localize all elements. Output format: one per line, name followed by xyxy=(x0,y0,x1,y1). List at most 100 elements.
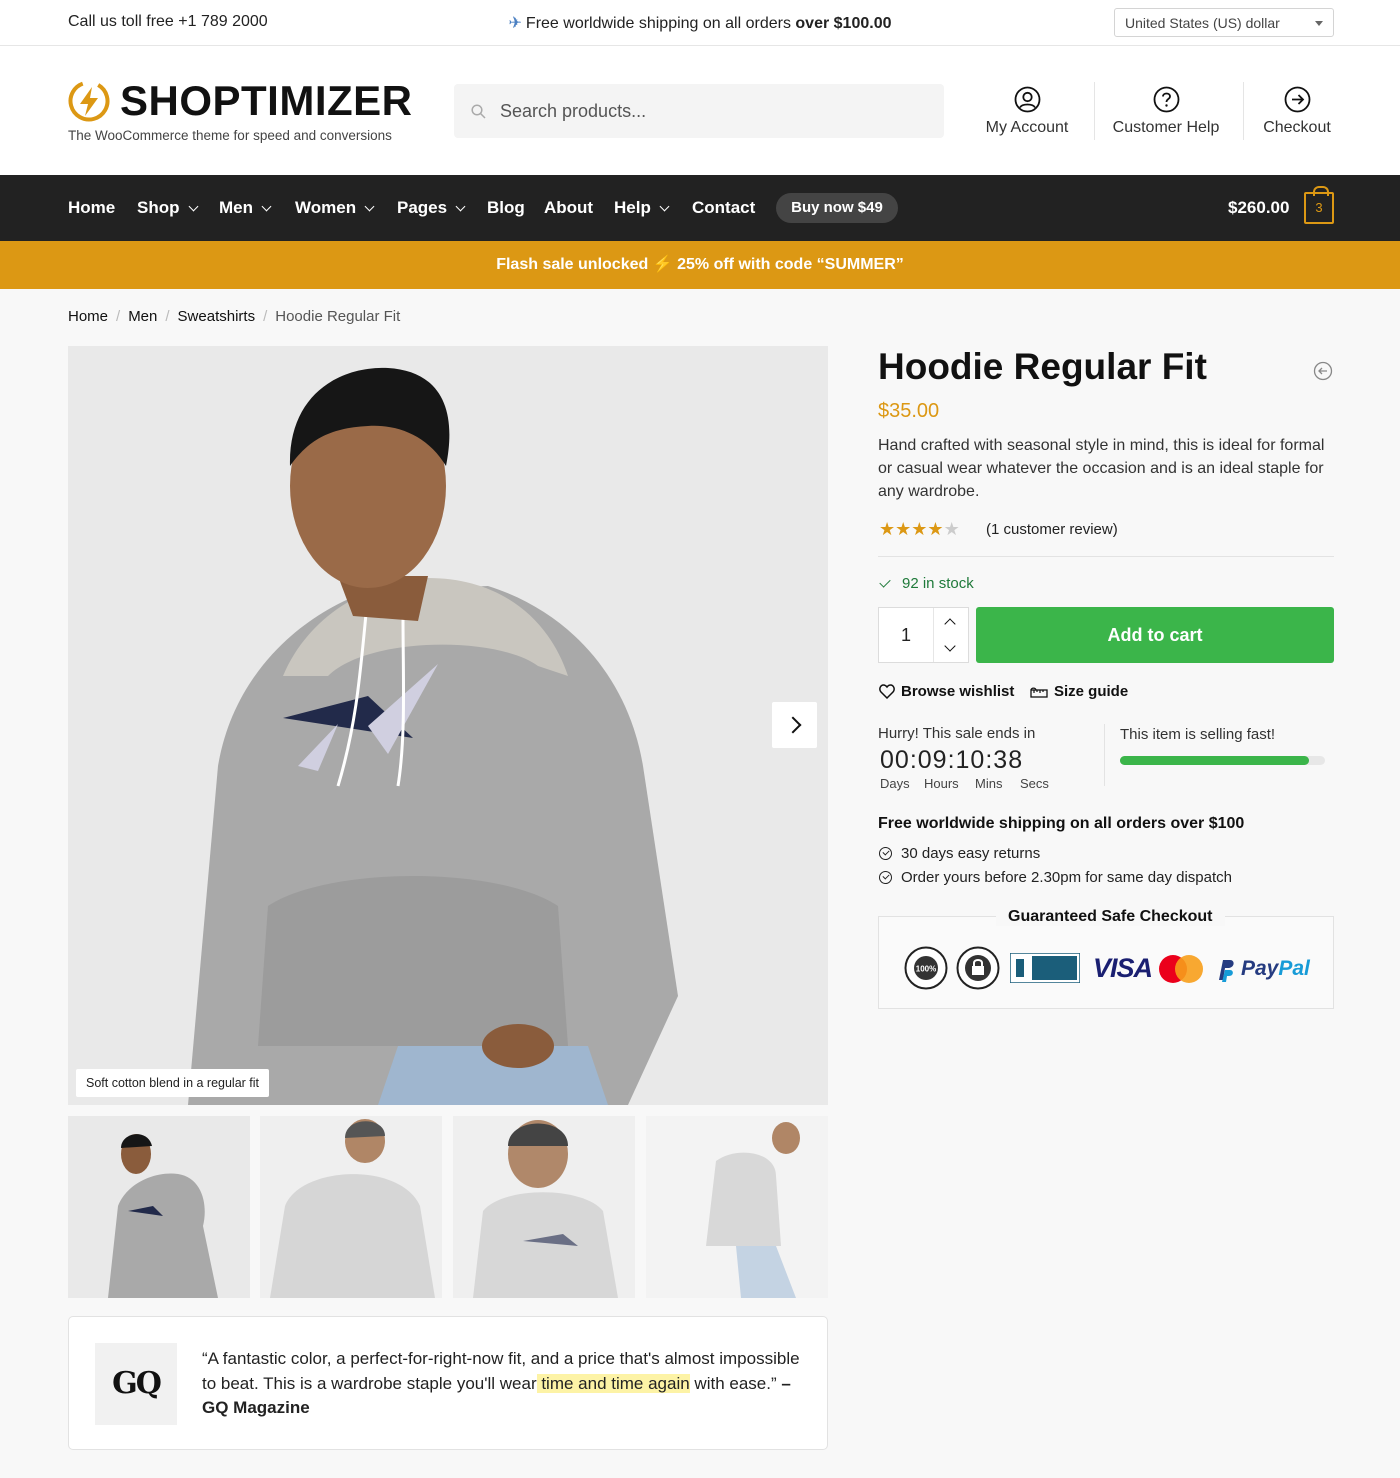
image-caption: Soft cotton blend in a regular fit xyxy=(76,1069,270,1097)
nav-home-label: Home xyxy=(68,198,116,217)
dispatch-bullet: Order yours before 2.30pm for same day d… xyxy=(879,869,1232,886)
breadcrumb-men[interactable]: Men xyxy=(128,308,157,325)
nav-home[interactable]: Home xyxy=(68,198,115,218)
thumbnail-image xyxy=(260,1116,442,1298)
stock-status-text: 92 in stock xyxy=(902,575,974,592)
paypal-logo-pay: Pay xyxy=(1241,957,1279,980)
nav-men-label: Men xyxy=(219,198,253,217)
quantity-stepper[interactable]: 1 xyxy=(878,607,969,663)
nav-pages[interactable]: Pages xyxy=(397,198,466,218)
customer-help-link[interactable]: Customer Help xyxy=(1111,86,1221,137)
review-count-link[interactable]: (1 customer review) xyxy=(986,521,1118,538)
star-icon: ★ xyxy=(911,519,928,539)
buy-now-button[interactable]: Buy now $49 xyxy=(776,193,898,223)
size-guide-link[interactable]: Size guide xyxy=(1030,683,1128,700)
countdown-mins-label: Mins xyxy=(975,776,1003,791)
chevron-down-icon xyxy=(364,201,375,212)
logo-wordmark: SHOPTIMIZER xyxy=(120,77,413,124)
product-title: Hoodie Regular Fit xyxy=(878,346,1207,387)
nav-contact[interactable]: Contact xyxy=(692,198,755,218)
nav-shop[interactable]: Shop xyxy=(137,198,198,218)
selling-fast-progress-fill xyxy=(1120,756,1309,765)
stock-status: 92 in stock xyxy=(879,575,974,592)
nav-blog-label: Blog xyxy=(487,198,525,217)
arrow-left-circle-icon[interactable] xyxy=(1313,361,1333,381)
breadcrumb-sweatshirts[interactable]: Sweatshirts xyxy=(178,308,256,325)
main-navigation: Home Shop Men Women Pages Blog About Hel… xyxy=(0,175,1400,241)
user-icon xyxy=(1014,86,1040,113)
countdown-secs: 38 xyxy=(993,746,1024,774)
search-icon xyxy=(471,104,486,119)
countdown-secs-label: Secs xyxy=(1020,776,1049,791)
star-empty-icon: ★ xyxy=(943,519,960,539)
paypal-icon xyxy=(1219,960,1234,982)
caret-down-icon xyxy=(1315,21,1323,26)
star-icon: ★ xyxy=(879,519,896,539)
quantity-input[interactable]: 1 xyxy=(879,608,933,662)
product-description: Hand crafted with seasonal style in mind… xyxy=(878,437,1325,500)
nav-blog[interactable]: Blog xyxy=(487,198,525,218)
product-main-image[interactable]: Soft cotton blend in a regular fit xyxy=(68,346,828,1105)
breadcrumb-separator: / xyxy=(165,308,170,325)
divider xyxy=(1104,724,1105,786)
my-account-label: My Account xyxy=(985,119,1069,136)
ruler-icon xyxy=(1030,687,1048,698)
nav-pages-label: Pages xyxy=(397,198,448,217)
currency-select[interactable]: United States (US) dollar xyxy=(1114,8,1334,37)
customer-help-label: Customer Help xyxy=(1112,119,1220,136)
visa-logo: VISA xyxy=(1093,953,1153,983)
nav-shop-label: Shop xyxy=(137,198,180,217)
check-icon xyxy=(879,576,891,588)
chevron-down-icon xyxy=(455,201,466,212)
star-icon: ★ xyxy=(895,519,912,539)
countdown-hours: 09 xyxy=(917,746,948,774)
paypal-logo: PayPal xyxy=(1241,957,1310,981)
bbb-accredited-badge xyxy=(1010,953,1080,983)
guarantee-percent: 100% xyxy=(916,965,936,974)
nav-men[interactable]: Men xyxy=(219,198,272,218)
breadcrumb-separator: / xyxy=(116,308,121,325)
browse-wishlist-link[interactable]: Browse wishlist xyxy=(879,683,1014,700)
heart-icon xyxy=(879,684,895,700)
add-to-cart-button[interactable]: Add to cart xyxy=(976,607,1334,663)
product-price: $35.00 xyxy=(878,400,940,422)
press-quote: “A fantastic color, a perfect-for-right-… xyxy=(202,1347,802,1421)
shipping-notice-prefix: Free worldwide shipping on all orders xyxy=(525,15,791,32)
returns-bullet: 30 days easy returns xyxy=(879,845,1040,862)
next-image-button[interactable] xyxy=(772,702,817,748)
chevron-down-icon xyxy=(659,201,670,212)
thumbnail-4[interactable] xyxy=(646,1116,828,1298)
countdown-days: 00 xyxy=(880,746,910,774)
checkout-link[interactable]: Checkout xyxy=(1261,86,1333,137)
chevron-down-icon[interactable] xyxy=(944,640,956,652)
countdown-timer: 00:09:10:38 xyxy=(880,746,1024,774)
nav-help[interactable]: Help xyxy=(614,198,670,218)
thumbnail-1[interactable] xyxy=(68,1116,250,1298)
nav-about-label: About xyxy=(544,198,594,217)
nav-about[interactable]: About xyxy=(544,198,593,218)
arrow-right-circle-icon xyxy=(1284,86,1310,113)
cart-icon[interactable]: 3 xyxy=(1304,186,1334,224)
star-icon: ★ xyxy=(927,519,944,539)
cart-total[interactable]: $260.00 xyxy=(1228,198,1289,218)
checkout-label: Checkout xyxy=(1263,119,1331,136)
top-bar: Call us toll free +1 789 2000 ✈ Free worl… xyxy=(0,0,1400,46)
satisfaction-guarantee-badge: 100% xyxy=(904,946,948,990)
thumbnail-2[interactable] xyxy=(260,1116,442,1298)
breadcrumb-home[interactable]: Home xyxy=(68,308,108,325)
press-quote-end: with ease.” xyxy=(689,1373,782,1393)
thumbnail-3[interactable] xyxy=(453,1116,635,1298)
my-account-link[interactable]: My Account xyxy=(983,86,1071,137)
selling-fast-label: This item is selling fast! xyxy=(1120,726,1276,743)
press-review-card: GQ “A fantastic color, a perfect-for-rig… xyxy=(68,1316,828,1450)
site-tagline: The WooCommerce theme for speed and conv… xyxy=(68,128,392,143)
chevron-down-icon xyxy=(188,201,198,212)
nav-women[interactable]: Women xyxy=(295,198,375,218)
returns-bullet-text: 30 days easy returns xyxy=(901,845,1041,862)
thumbnail-image xyxy=(646,1116,828,1298)
thumbnail-strip xyxy=(68,1116,828,1298)
shipping-notice-threshold: over $100.00 xyxy=(795,15,892,32)
chevron-up-icon[interactable] xyxy=(944,618,956,630)
search-input[interactable] xyxy=(500,84,930,138)
selling-fast-progress xyxy=(1120,756,1325,765)
